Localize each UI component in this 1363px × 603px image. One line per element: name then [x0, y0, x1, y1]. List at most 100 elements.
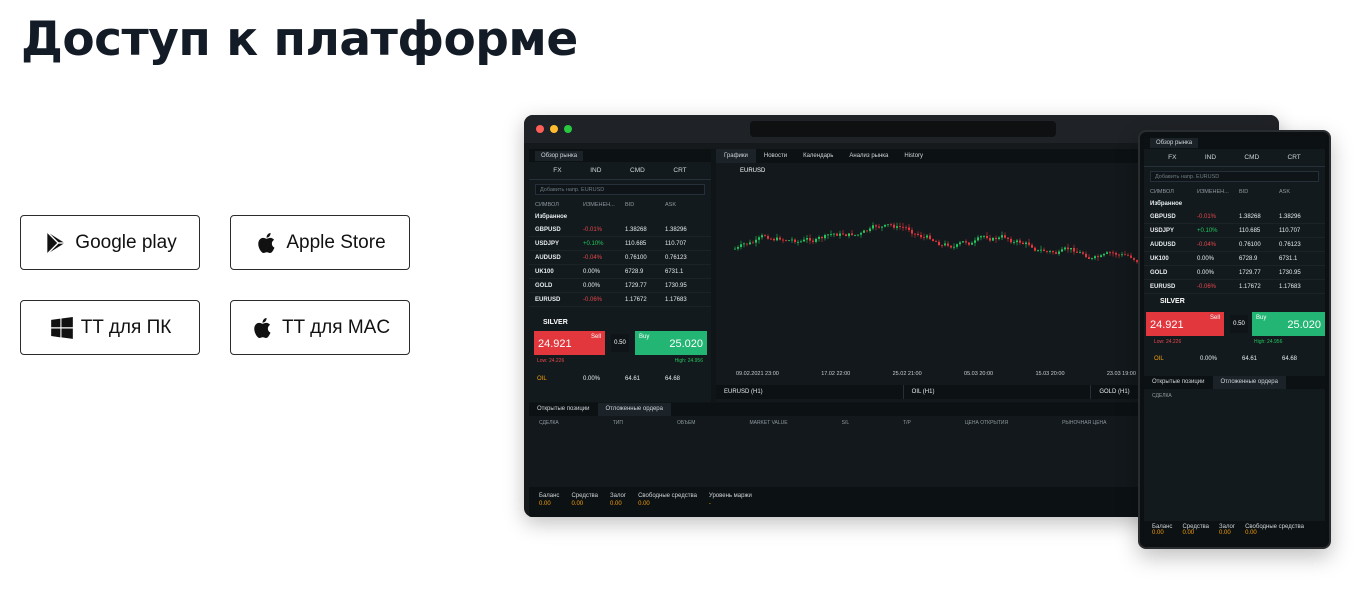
positions-column: S/L [841, 420, 850, 426]
candle-body [836, 233, 838, 236]
candle-body [887, 224, 889, 226]
row-change: -0.06% [583, 296, 603, 303]
candle-body [779, 237, 781, 240]
candle-body [881, 226, 883, 228]
footer-value: 0.00 [539, 501, 551, 507]
row-symbol: UK100 [535, 268, 554, 275]
oil-symbol: OIL [537, 376, 547, 382]
row-symbol: GOLD [1150, 269, 1168, 276]
tt-pc-label: TT для ПК [80, 316, 172, 338]
footer-item: Залог 0.00 [1219, 524, 1235, 540]
row-symbol: GBPUSD [1150, 213, 1176, 220]
row-bid: 0.76100 [1239, 241, 1261, 248]
footer-value: 0.00 [1245, 530, 1257, 536]
row-ask: 0.76123 [665, 254, 687, 261]
footer-value: 0.00 [1152, 530, 1164, 536]
chart-symbol-tab: EURUSD (H1) [716, 385, 904, 399]
market-overview-panel: Обзор рынка FX IND CMD CRT Добавить напр. E… [529, 149, 711, 402]
candle-body [1055, 252, 1057, 254]
time-axis: 09.02.2021 23:00 17.02 22:00 25.02 21:00 05… [736, 371, 1136, 377]
candle-body [803, 239, 805, 242]
candle-body [812, 240, 814, 242]
chart-tab: Новости [763, 153, 788, 159]
footer-item: Свободные средства 0.00 [638, 493, 697, 511]
tt-mac-button[interactable]: TT для MAC [230, 300, 410, 355]
row-ask: 1730.95 [665, 282, 687, 289]
mobile-positions-tabs: Открытые позиции Отложенные ордера [1144, 376, 1325, 389]
candle-body [1067, 247, 1069, 250]
candle-body [1016, 240, 1018, 243]
candle-body [929, 235, 931, 240]
candle-body [935, 240, 937, 242]
google-play-button[interactable]: Google play [20, 215, 200, 270]
candle-body [893, 224, 895, 228]
row-ask: 110.707 [665, 240, 687, 247]
candle-body [926, 235, 928, 238]
candle-body [1025, 242, 1027, 245]
candle-body [764, 235, 766, 237]
m-col-symbol: СИМВОЛ [1150, 189, 1174, 195]
candle-body [878, 226, 880, 228]
m-oil-row: OIL 0.00% 64.61 64.68 [1154, 356, 1322, 362]
candle-body [1049, 251, 1051, 252]
tt-pc-button[interactable]: TT для ПК [20, 300, 200, 355]
m-silver-symbol: SILVER [1160, 298, 1185, 305]
row-symbol: AUDUSD [1150, 241, 1176, 248]
candle-body [842, 233, 844, 235]
candle-body [1079, 252, 1081, 254]
candle-body [1133, 257, 1135, 260]
row-change: -0.04% [1197, 241, 1217, 248]
row-change: -0.01% [583, 226, 603, 233]
candle-body [1088, 257, 1090, 259]
buy-box: Buy 25.020 [635, 331, 707, 355]
footer-value: - [708, 501, 711, 507]
category-tab: CRT [1287, 154, 1301, 161]
table-row: UK100 0.00% 6728.9 6731.1 [529, 265, 711, 279]
col-bid: BID [625, 202, 635, 208]
row-symbol: UK100 [1150, 255, 1169, 262]
row-change: 0.00% [1197, 255, 1215, 262]
m-oil-ask: 64.68 [1282, 356, 1298, 362]
candle-body [875, 225, 877, 227]
positions-column: T/P [903, 420, 911, 426]
sell-price: 24.921 [538, 338, 572, 350]
candle-body [833, 233, 835, 235]
date-label: 09.02.2021 23:00 [736, 371, 779, 377]
candle-body [947, 243, 949, 246]
candle-body [977, 237, 979, 241]
candle-body [1073, 247, 1075, 252]
footer-item: Залог 0.00 [610, 493, 626, 511]
candle-body [806, 238, 808, 240]
apple-store-button[interactable]: Apple Store [230, 215, 410, 270]
footer-value: 0.00 [1182, 530, 1195, 536]
candle-body [845, 234, 847, 237]
candle-body [944, 243, 946, 246]
mobile-deal-column: СДЕЛКА [1152, 393, 1172, 399]
candle-body [1052, 251, 1054, 253]
market-overview-tab: Обзор рынка [535, 150, 584, 161]
candle-body [1112, 252, 1114, 254]
category-tab: CRT [673, 167, 687, 174]
candle-body [1070, 247, 1072, 250]
candle-body [968, 242, 970, 245]
footer-item: Баланс 0.00 [1152, 524, 1172, 540]
candle-body [1121, 254, 1123, 256]
row-change: +0.10% [583, 240, 604, 247]
candle-body [1043, 249, 1045, 252]
row-change: 0.00% [1197, 269, 1215, 276]
candle-body [1034, 247, 1036, 251]
candle-body [854, 234, 856, 236]
row-bid: 1.38268 [1239, 213, 1261, 220]
candle-body [1091, 258, 1093, 259]
category-tab: IND [1204, 154, 1217, 161]
footer-label: Средства [571, 493, 599, 499]
buy-label: Buy [639, 334, 650, 340]
candle-body [1103, 253, 1105, 256]
m-quantity: 0.50 [1230, 315, 1248, 333]
mobile-category-tabs: FX IND CMD CRT [1144, 149, 1325, 167]
candle-body [1106, 252, 1108, 254]
m-sell-price: 24.921 [1150, 319, 1184, 331]
footer-item: Средства 0.00 [571, 493, 598, 511]
row-ask: 1730.95 [1279, 269, 1301, 276]
row-bid: 6728.9 [1239, 255, 1258, 262]
